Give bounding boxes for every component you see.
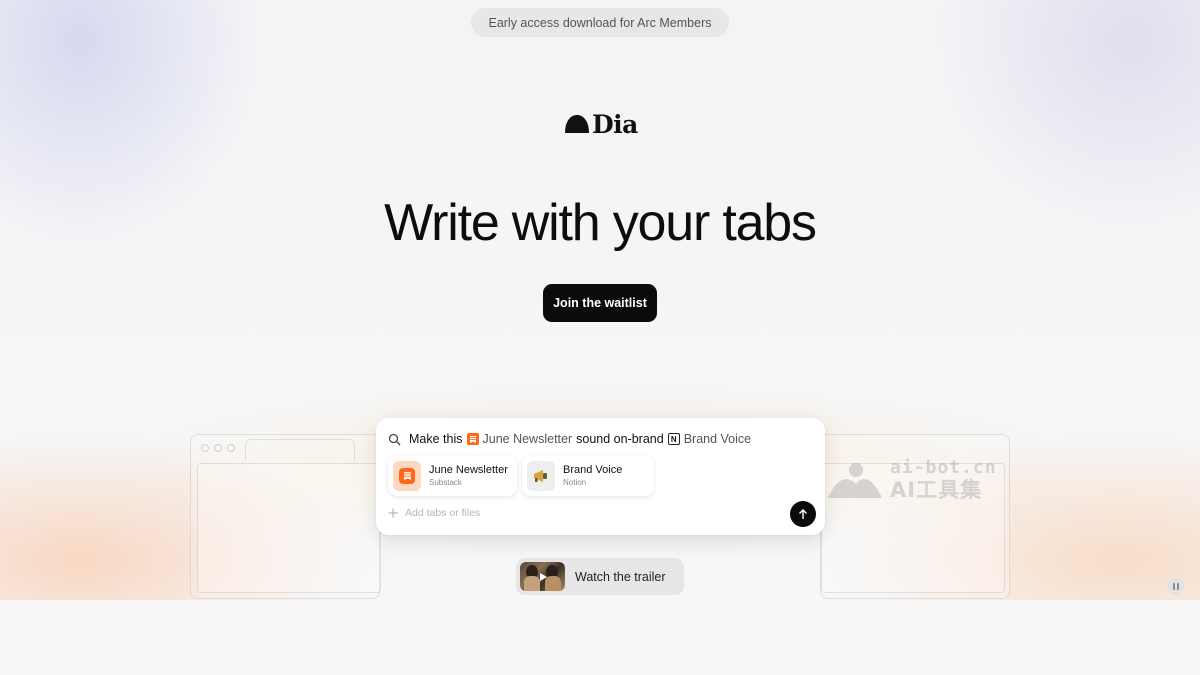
add-tabs-label: Add tabs or files xyxy=(405,507,481,519)
chip-title: Brand Voice xyxy=(563,464,623,476)
watermark-domain: ai-bot.cn xyxy=(890,457,997,478)
prompt-text[interactable]: Make this June Newsletter sound on-brand… xyxy=(388,430,813,448)
ghost-window-left xyxy=(190,434,381,599)
ghost-tab xyxy=(245,439,355,461)
prompt-ref-brand-voice: Brand Voice xyxy=(683,432,752,446)
chip-title: June Newsletter xyxy=(429,464,508,476)
watermark: ai-bot.cn AI工具集 xyxy=(826,458,997,502)
prompt-prefix: Make this xyxy=(409,432,463,446)
substack-icon xyxy=(466,433,479,445)
ghost-dot xyxy=(214,444,222,452)
join-waitlist-label: Join the waitlist xyxy=(553,296,647,310)
notion-icon: N xyxy=(667,433,680,445)
substack-icon xyxy=(393,460,421,491)
play-icon xyxy=(540,573,547,581)
pause-icon xyxy=(1176,583,1179,590)
chip-subtitle: Substack xyxy=(429,478,462,487)
megaphone-icon xyxy=(527,460,555,491)
watch-trailer-button[interactable]: Watch the trailer xyxy=(516,558,684,595)
dia-logo-icon xyxy=(565,115,589,133)
send-button[interactable] xyxy=(790,501,816,527)
bottom-area xyxy=(0,600,1200,675)
join-waitlist-button[interactable]: Join the waitlist xyxy=(543,284,657,322)
add-tabs-button[interactable]: Add tabs or files xyxy=(388,507,480,519)
logo-wordmark: Dia xyxy=(592,109,638,139)
attachment-chip-brand-voice[interactable]: Brand Voice Notion xyxy=(522,455,654,496)
ghost-dot xyxy=(227,444,235,452)
prompt-composer[interactable]: Make this June Newsletter sound on-brand… xyxy=(376,418,825,535)
ghost-window-inner xyxy=(197,463,381,593)
watermark-title: AI工具集 xyxy=(890,478,983,502)
chip-subtitle: Notion xyxy=(563,478,587,487)
attachment-chip-newsletter[interactable]: June Newsletter Substack xyxy=(388,455,517,496)
pause-icon xyxy=(1172,583,1175,590)
search-icon xyxy=(388,433,401,445)
watermark-logo-icon xyxy=(828,463,882,498)
early-access-label: Early access download for Arc Members xyxy=(488,15,712,30)
watch-trailer-label: Watch the trailer xyxy=(575,569,666,584)
hero-headline: Write with your tabs xyxy=(384,194,817,252)
plus-icon xyxy=(388,508,398,518)
early-access-banner[interactable]: Early access download for Arc Members xyxy=(471,8,729,37)
prompt-ref-newsletter: June Newsletter xyxy=(482,432,573,446)
pause-button[interactable] xyxy=(1167,578,1184,595)
dia-logo[interactable]: Dia xyxy=(564,109,638,139)
prompt-middle: sound on-brand xyxy=(576,432,664,446)
ghost-dot xyxy=(201,444,209,452)
trailer-thumbnail xyxy=(520,562,565,591)
arrow-up-icon xyxy=(799,508,807,519)
